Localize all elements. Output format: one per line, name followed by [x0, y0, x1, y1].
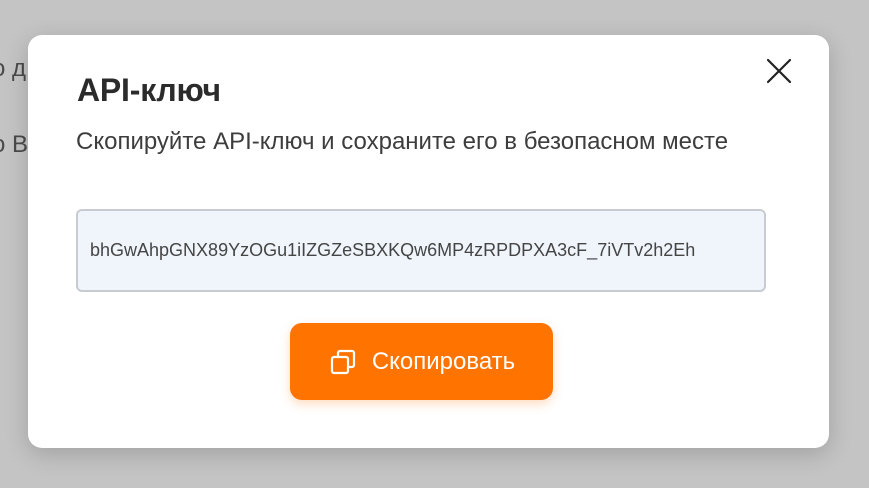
copy-button-label: Скопировать	[371, 347, 516, 375]
api-key-field[interactable]	[76, 209, 766, 292]
copy-button[interactable]: Скопировать	[290, 323, 553, 400]
dialog-description: Скопируйте API-ключ и сохраните его в бе…	[76, 128, 729, 155]
close-button[interactable]	[763, 55, 795, 87]
background-text: о В	[0, 131, 29, 158]
dialog-title: API-ключ	[77, 72, 221, 108]
copy-icon	[328, 347, 358, 377]
close-icon	[766, 58, 792, 84]
background-text: о д	[0, 55, 27, 82]
api-key-dialog: API-ключ Скопируйте API-ключ и сохраните…	[28, 35, 829, 448]
